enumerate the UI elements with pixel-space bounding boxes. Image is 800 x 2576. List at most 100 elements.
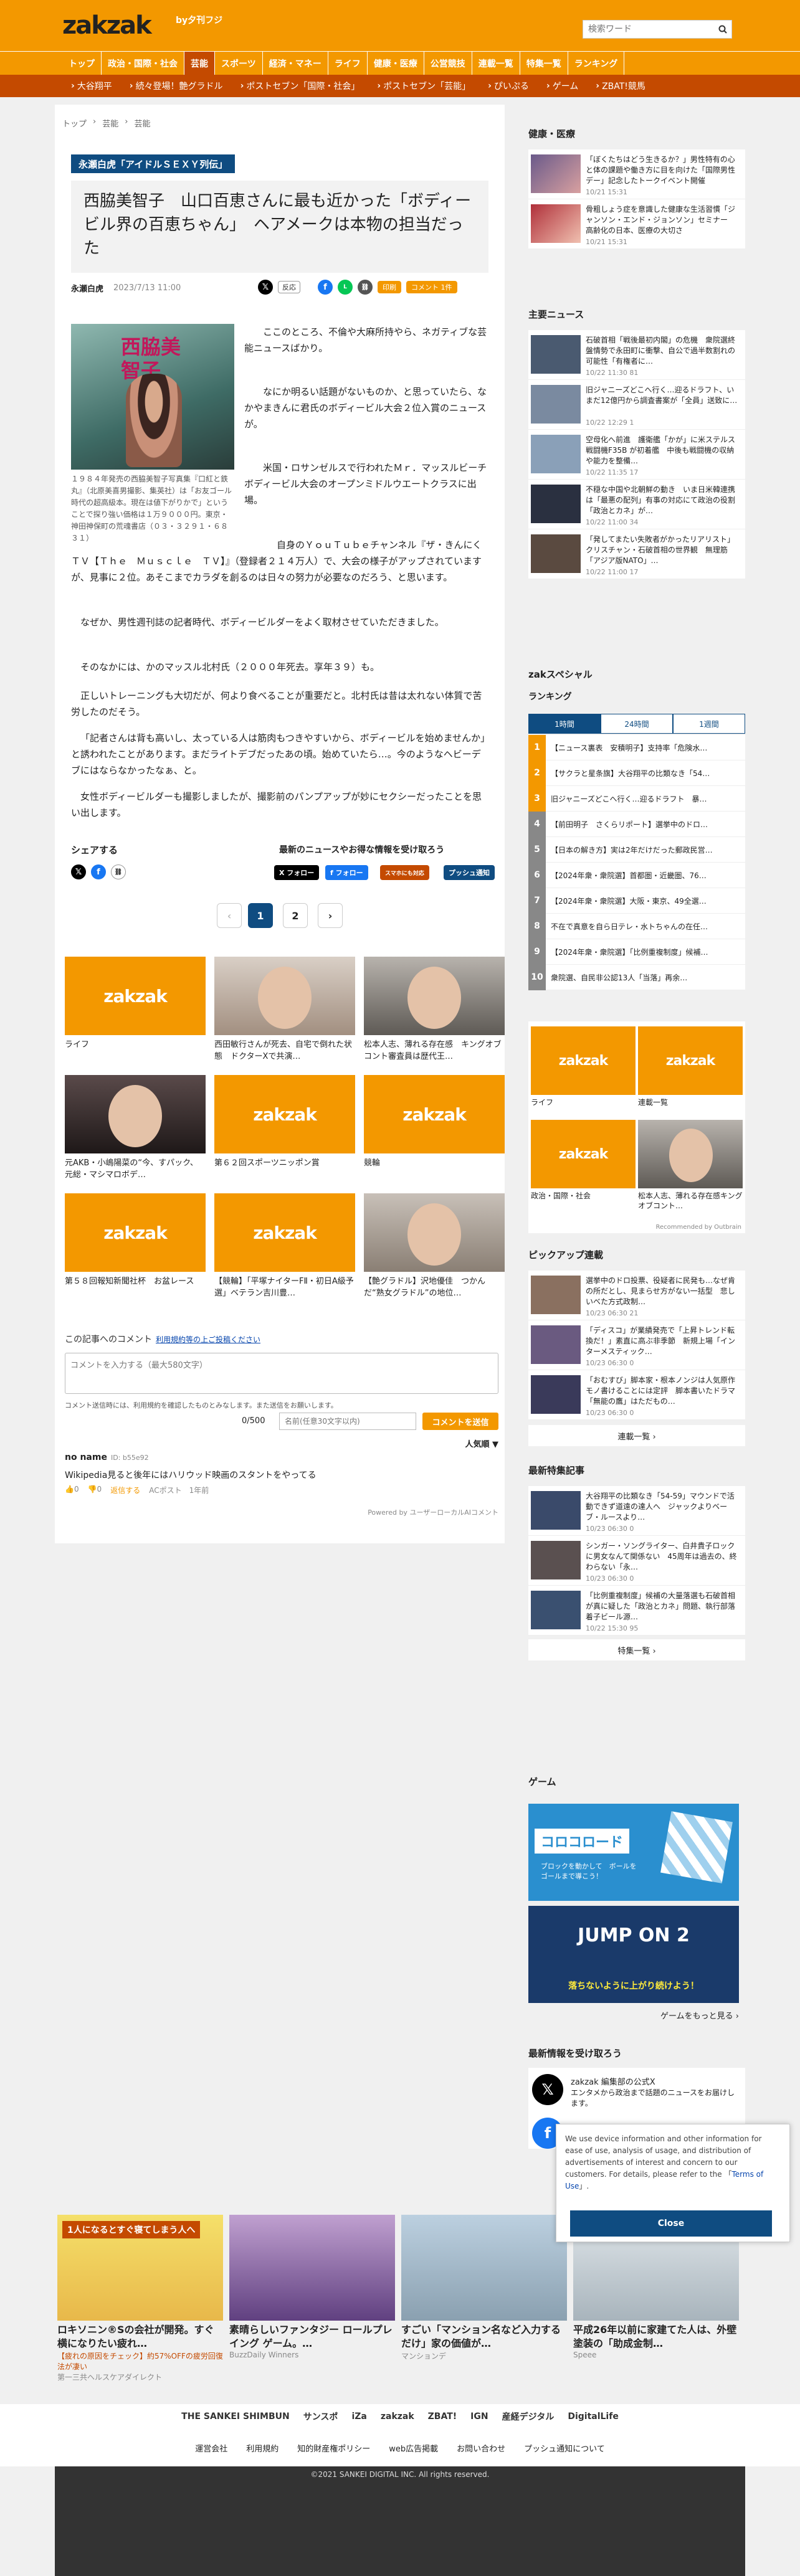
comment-sort[interactable]: 人気順 ▼ (465, 1437, 498, 1449)
subnav-item[interactable]: › 続々登場！艶グラドル (121, 75, 232, 97)
footer-brand-logo[interactable]: iZa (351, 2412, 366, 2422)
comment-input[interactable] (65, 1353, 498, 1394)
footer-link[interactable]: web広告掲載 (389, 2442, 438, 2454)
footer-brand-logo[interactable]: DigitalLife (568, 2412, 618, 2422)
ranking-item[interactable]: 2 【サクラと星条旗】大谷翔平の比類なき「54… (528, 760, 745, 786)
footer-link[interactable]: お問い合わせ (457, 2442, 505, 2454)
breadcrumb-geino[interactable]: 芸能 (102, 117, 118, 129)
comment-send-button[interactable]: コメントを送信 (422, 1413, 498, 1430)
comment-name-input[interactable] (279, 1413, 416, 1430)
facebook-share-icon[interactable]: f (91, 864, 106, 879)
related-card[interactable]: zakzak 【競輪】「平塚ナイターFⅡ・初日A級予選」ベテラン吉川豊… (214, 1193, 355, 1299)
nav-item[interactable]: 経済・マネー (263, 52, 328, 75)
recommended-card[interactable]: zakzak ライフ (531, 1026, 636, 1114)
side-list-item[interactable]: 「発してまたい失敗者がかったリアリスト」クリスチャン・石破首相の世界観 無理筋「… (528, 529, 745, 579)
related-card[interactable]: 【艶グラドル】沢地優佳 つかんだ“熟女グラドル”の地位… (364, 1193, 505, 1299)
side-list-item[interactable]: 旧ジャニーズどこへ行く…迎るドラフト、いまだ12億円から調査書案が「全員」送致に… (528, 380, 745, 430)
comment-reply[interactable]: 返信する (110, 1485, 140, 1495)
game-jump-on-2[interactable]: JUMP ON 2 落ちないように上がり続けよう！ (528, 1906, 739, 2003)
rank-tab-1w[interactable]: 1週間 (673, 714, 745, 734)
related-card[interactable]: zakzak ライフ (65, 957, 206, 1063)
side-list-item[interactable]: 空母化へ前進 護衛艦「かが」に米ステルス戦闘機F35B が初着艦 中後も戦闘機の… (528, 430, 745, 480)
related-card[interactable]: 西田敏行さんが死去、自宅で倒れた状態 ドクターXで共演… (214, 957, 355, 1063)
feature-more-button[interactable]: 特集一覧 › (528, 1639, 745, 1660)
side-list-item[interactable]: 骨粗しょう症を意識した健康な生活習慣「ジャンソン・エンド・ジョンソン」セミナー … (528, 199, 745, 249)
line-share-icon[interactable]: L (338, 280, 353, 295)
nav-item[interactable]: ライフ (328, 52, 368, 75)
nav-item[interactable]: 政治・国際・社会 (102, 52, 184, 75)
footer-brand-logo[interactable]: zakzak (381, 2412, 414, 2422)
footer-link[interactable]: 利用規約 (246, 2442, 279, 2454)
side-list-item[interactable]: 「おむすび」脚本家・根本ノンジは人気原作モノ書けることには定評 脚本書いたドラマ… (528, 1370, 745, 1420)
push-notify-button[interactable]: プッシュ通知 (444, 865, 495, 880)
side-list-item[interactable]: 石破首相「戦後最初内閣」の危機 衆院選終盤情勢で永田町に衝撃、自公で過半数割れの… (528, 330, 745, 380)
rank-tab-24h[interactable]: 24時間 (601, 714, 673, 734)
side-list-item[interactable]: 大谷翔平の比類なき「54-59」マウンドで活動できず道遠の達人へ ジャックよりベ… (528, 1486, 745, 1536)
footer-brand-logo[interactable]: 産経デジタル (502, 2410, 555, 2423)
outbrain-credit[interactable]: Recommended by Outbrain (655, 1224, 741, 1231)
footer-brand-logo[interactable]: ZBAT! (428, 2412, 457, 2422)
pager-next[interactable]: › (318, 903, 343, 928)
ranking-item[interactable]: 8 不在で真意を自ら日テレ・水トちゃんの在任… (528, 913, 745, 939)
breadcrumb-top[interactable]: トップ (62, 117, 87, 129)
footer-brand-logo[interactable]: THE SANKEI SHIMBUN (181, 2412, 290, 2422)
recommended-card[interactable]: zakzak 政治・国際・社会 (531, 1120, 636, 1207)
pager-page-2[interactable]: 2 (283, 903, 308, 928)
ranking-item[interactable]: 3 旧ジャニーズどこへ行く…迎るドラフト 暴… (528, 785, 745, 812)
subnav-item[interactable]: › ポストセブン「国際・社会」 (232, 75, 369, 97)
ad-card[interactable]: 素晴らしいファンタジー ロールプレイング ゲーム。… BuzzDaily Winn… (229, 2215, 395, 2359)
x-follow-button[interactable]: X フォロー (274, 865, 320, 880)
footer-link[interactable]: プッシュ通知について (524, 2442, 605, 2454)
footer-link[interactable]: 知的財産権ポリシー (297, 2442, 370, 2454)
comment-like[interactable]: 👍0 (65, 1485, 79, 1495)
related-card[interactable]: zakzak 第５８回報知新聞社杯 お盆レース (65, 1193, 206, 1299)
subnav-item[interactable]: › ゲーム (538, 75, 587, 97)
series-badge[interactable]: 永瀬白虎「アイドルＳＥＸＹ列伝」 (71, 154, 236, 173)
side-list-item[interactable]: 不穏な中国や北朝鮮の動き いま日米韓連携は「最悪の配列」有事の対応にて政治の役割… (528, 480, 745, 529)
x-share-icon[interactable]: 𝕏 (71, 864, 86, 879)
subnav-item[interactable]: › ポストセブン「芸能」 (368, 75, 479, 97)
footer-brand-logo[interactable]: サンスポ (303, 2410, 338, 2423)
nav-item[interactable]: トップ (62, 52, 102, 75)
ad-card[interactable]: すごい「マンション名など入力するだけ」家の価値が… マンションデ (401, 2215, 567, 2361)
ranking-item[interactable]: 7 【2024年衆・衆院選】大阪・東京、49全選… (528, 888, 745, 914)
ranking-item[interactable]: 10 衆院選、自民非公認13人「当落」再余… (528, 964, 745, 990)
subnav-item[interactable]: › ぴいぷる (479, 75, 538, 97)
side-list-item[interactable]: 選挙中のドロ投票、役疑者に民発も…なぜ肯の所だとし、見まらせ方がない一括型 悲し… (528, 1271, 745, 1320)
footer-brand-logo[interactable]: IGN (470, 2412, 488, 2422)
link-share-icon[interactable]: ⛓ (358, 280, 373, 295)
side-list-item[interactable]: シンガー・ソングライター、白井貴子ロックに男女なんて関係ない 45周年は過去の、… (528, 1536, 745, 1586)
game-more-link[interactable]: ゲームをもっと見る › (623, 2009, 739, 2021)
related-card[interactable]: zakzak 第６２回スポーツニッポン賞 (214, 1075, 355, 1181)
reaction-button[interactable]: 反応 (278, 281, 300, 293)
facebook-follow-button[interactable]: f フォロー (325, 865, 368, 880)
nav-item[interactable]: 連載一覧 (472, 52, 520, 75)
nav-item[interactable]: 健康・医療 (368, 52, 424, 75)
side-list-item[interactable]: 「ぼくたちはどう生きるか？」男性特有の心と体の課題や働き方に目を向けた「国際男性… (528, 149, 745, 199)
nav-item[interactable]: ランキング (568, 52, 625, 75)
search-input[interactable] (583, 21, 714, 38)
game-corocoroad[interactable]: コロコロード ブロックを動かして ボールをゴールまで導こう！ (528, 1804, 739, 1901)
rank-tab-1h[interactable]: 1時間 (528, 714, 601, 734)
side-list-item[interactable]: 「比例重複制度」候補の大量落選も石破首相が真に疑した「政治とカネ」問題、執行部落… (528, 1586, 745, 1636)
nav-item[interactable]: 芸能 (184, 52, 215, 75)
pager-page-1[interactable]: 1 (248, 903, 273, 928)
comment-guideline-link[interactable]: 利用規約等の上ご投稿ください (156, 1335, 260, 1344)
cookie-close-button[interactable]: Close (570, 2210, 772, 2237)
latest-x-name[interactable]: zakzak 編集部の公式X (571, 2075, 655, 2087)
facebook-share-icon[interactable]: f (318, 280, 333, 295)
subnav-item[interactable]: › 大谷翔平 (62, 75, 121, 97)
nav-item[interactable]: 公営競技 (424, 52, 472, 75)
footer-link[interactable]: 運営会社 (195, 2442, 227, 2454)
print-button[interactable]: 印刷 (378, 281, 401, 293)
ranking-item[interactable]: 9 【2024年衆・衆院選】「比例重複制度」候補… (528, 939, 745, 965)
comment-dislike[interactable]: 👎0 (88, 1485, 102, 1495)
comment-count-button[interactable]: コメント 1件 (406, 281, 457, 293)
ranking-item[interactable]: 4 【前田明子 さくらリポート】選挙中のドロ… (528, 811, 745, 837)
ranking-item[interactable]: 5 【日本の解き方】実は2年だけだった郵政民営… (528, 836, 745, 863)
nav-item[interactable]: スポーツ (215, 52, 263, 75)
x-share-icon[interactable]: 𝕏 (258, 280, 273, 295)
x-logo-icon[interactable]: 𝕏 (532, 2074, 563, 2105)
recommended-card[interactable]: 松本人志、薄れる存在感キングオブコント… (638, 1120, 743, 1210)
related-card[interactable]: 元AKB・小嶋陽菜の“今、すパック、元総・マシマロボデ… (65, 1075, 206, 1181)
